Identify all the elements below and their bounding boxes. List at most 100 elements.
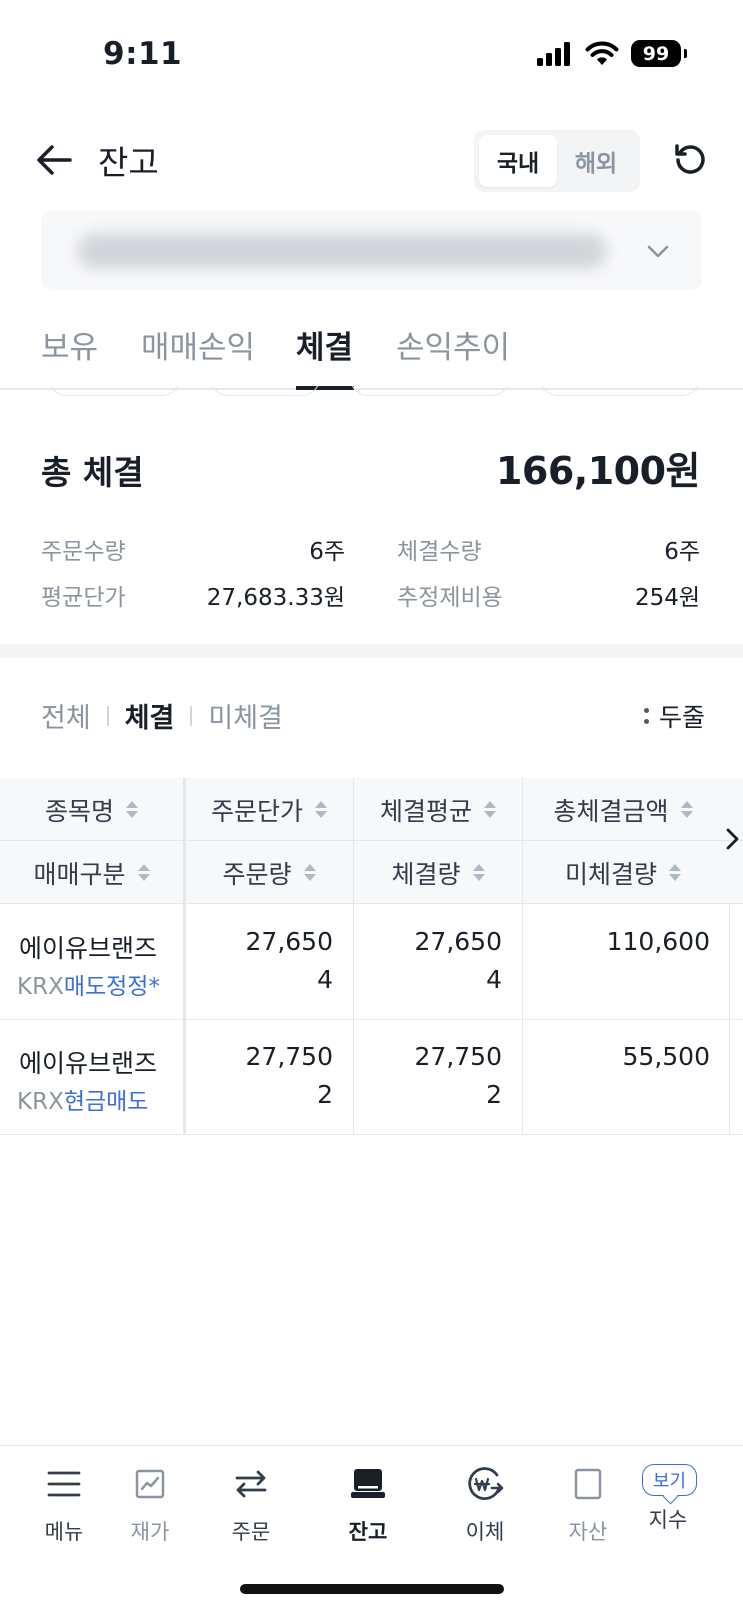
nav-label: 재가 <box>130 1520 170 1544</box>
header-total-exec-amount[interactable]: 총체결금액 <box>523 778 723 841</box>
filter-separator <box>190 705 193 726</box>
status-time: 9:11 <box>103 36 183 72</box>
laptop-icon <box>348 1464 388 1504</box>
two-dots-icon <box>643 708 649 724</box>
exec-qty: 2 <box>486 1080 502 1109</box>
header-order-price[interactable]: 주문단가 <box>185 778 353 841</box>
chart-icon <box>130 1464 170 1504</box>
view-badge[interactable]: 보기 <box>642 1464 698 1496</box>
nav-label: 메뉴 <box>44 1520 84 1544</box>
trade-type: KRX현금매도 <box>17 1082 148 1116</box>
column-divider <box>729 905 730 1135</box>
segment-domestic[interactable]: 국내 <box>479 135 557 187</box>
nav-index[interactable]: 지수 <box>628 1504 708 1534</box>
total-exec-amount: 55,500 <box>622 1042 710 1071</box>
chip <box>48 386 180 396</box>
header-avg-exec-price[interactable]: 체결평균 <box>354 778 522 841</box>
header-label: 주문단가 <box>210 796 303 826</box>
tab-pnl-trend[interactable]: 손익추이 <box>396 322 510 367</box>
page-title: 잔고 <box>98 143 159 182</box>
main-tabs: 보유 매매손익 체결 손익추이 <box>0 318 743 390</box>
filter-all[interactable]: 전체 <box>41 696 91 735</box>
header-unfilled-qty[interactable]: 미체결량 <box>523 841 723 904</box>
nav-assets[interactable]: 자산 <box>558 1464 618 1546</box>
summary-total-amount: 166,100원 <box>495 449 701 493</box>
home-indicator <box>240 1584 504 1594</box>
segment-overseas[interactable]: 해외 <box>557 135 635 187</box>
header-label: 종목명 <box>44 796 114 826</box>
market-segment-control: 국내 해외 <box>474 130 640 192</box>
exec-qty-value: 6주 <box>664 539 700 565</box>
column-divider <box>353 778 354 1135</box>
sort-icon <box>137 864 150 881</box>
filter-separator <box>106 705 109 726</box>
sort-icon <box>472 864 485 881</box>
market: KRX <box>17 1089 64 1115</box>
trade-type: KRX매도정정* <box>17 967 160 1001</box>
refresh-icon <box>675 144 705 174</box>
back-button[interactable] <box>32 138 76 182</box>
order-qty: 2 <box>317 1080 333 1109</box>
table-row[interactable]: 에이유브랜즈 KRX매도정정* 27,650 4 27,650 4 110,60… <box>0 905 743 1020</box>
frozen-column-divider <box>183 778 186 1135</box>
nav-balance[interactable]: 잔고 <box>328 1464 408 1546</box>
avg-exec-price: 27,750 <box>414 1042 502 1071</box>
tab-trading-pnl[interactable]: 매매손익 <box>141 322 255 367</box>
stock-name: 에이유브랜즈 <box>19 934 158 963</box>
exec-qty-label: 체결수량 <box>397 539 482 565</box>
account-number-masked <box>77 233 607 269</box>
exec-qty: 4 <box>486 965 502 994</box>
market: KRX <box>17 974 64 1000</box>
header-stock-name[interactable]: 종목명 <box>0 778 183 841</box>
total-exec-amount: 110,600 <box>606 927 710 956</box>
battery-icon: 99 <box>631 40 687 67</box>
filter-unexecuted[interactable]: 미체결 <box>208 696 283 735</box>
est-cost-label: 추정제비용 <box>397 585 503 611</box>
section-divider <box>0 644 743 658</box>
nav-label: 이체 <box>465 1520 505 1544</box>
two-line-toggle[interactable]: 두줄 <box>643 698 705 734</box>
tab-holdings[interactable]: 보유 <box>41 322 98 367</box>
sort-icon <box>303 864 316 881</box>
nav-current-price[interactable]: 재가 <box>110 1464 190 1546</box>
won-transfer-icon <box>465 1464 505 1504</box>
execution-filter: 전체 체결 미체결 <box>41 696 283 735</box>
filter-executed[interactable]: 체결 <box>125 696 175 735</box>
account-selector[interactable] <box>41 211 702 290</box>
header: 잔고 국내 해외 <box>0 128 743 194</box>
column-divider <box>522 778 523 1135</box>
header-trade-type[interactable]: 매매구분 <box>0 841 183 904</box>
header-order-qty[interactable]: 주문량 <box>185 841 353 904</box>
order-qty: 4 <box>317 965 333 994</box>
order-price: 27,650 <box>245 927 333 956</box>
nav-label: 잔고 <box>348 1520 388 1544</box>
nav-label: 자산 <box>568 1520 608 1544</box>
tab-executions[interactable]: 체결 <box>296 322 353 367</box>
chevron-right-icon[interactable] <box>722 826 742 852</box>
table-row[interactable]: 에이유브랜즈 KRX현금매도 27,750 2 27,750 2 55,500 <box>0 1020 743 1135</box>
order-qty-label: 주문수량 <box>41 539 126 565</box>
nav-label: 주문 <box>231 1520 271 1544</box>
nav-transfer[interactable]: 이체 <box>445 1464 525 1546</box>
swap-arrows-icon <box>231 1464 271 1504</box>
header-exec-qty[interactable]: 체결량 <box>354 841 522 904</box>
header-label: 체결평균 <box>379 796 472 826</box>
header-label: 총체결금액 <box>553 796 669 826</box>
chip <box>540 386 700 396</box>
table-header-row-2: 매매구분 주문량 체결량 미체결량 <box>0 841 743 904</box>
avg-price-value: 27,683.33원 <box>206 585 345 611</box>
nav-menu[interactable]: 메뉴 <box>24 1464 104 1546</box>
arrow-left-icon <box>37 145 72 175</box>
est-cost-value: 254원 <box>634 585 700 611</box>
order-price: 27,750 <box>245 1042 333 1071</box>
sort-icon <box>126 801 138 818</box>
document-icon <box>568 1464 608 1504</box>
sort-icon <box>484 801 496 818</box>
hamburger-menu-icon <box>44 1464 84 1504</box>
nav-order[interactable]: 주문 <box>211 1464 291 1546</box>
header-label: 매매구분 <box>33 859 126 889</box>
sort-icon <box>680 801 693 818</box>
refresh-button[interactable] <box>668 138 712 182</box>
header-label: 체결량 <box>391 859 461 889</box>
filter-chips-hidden <box>0 386 743 400</box>
